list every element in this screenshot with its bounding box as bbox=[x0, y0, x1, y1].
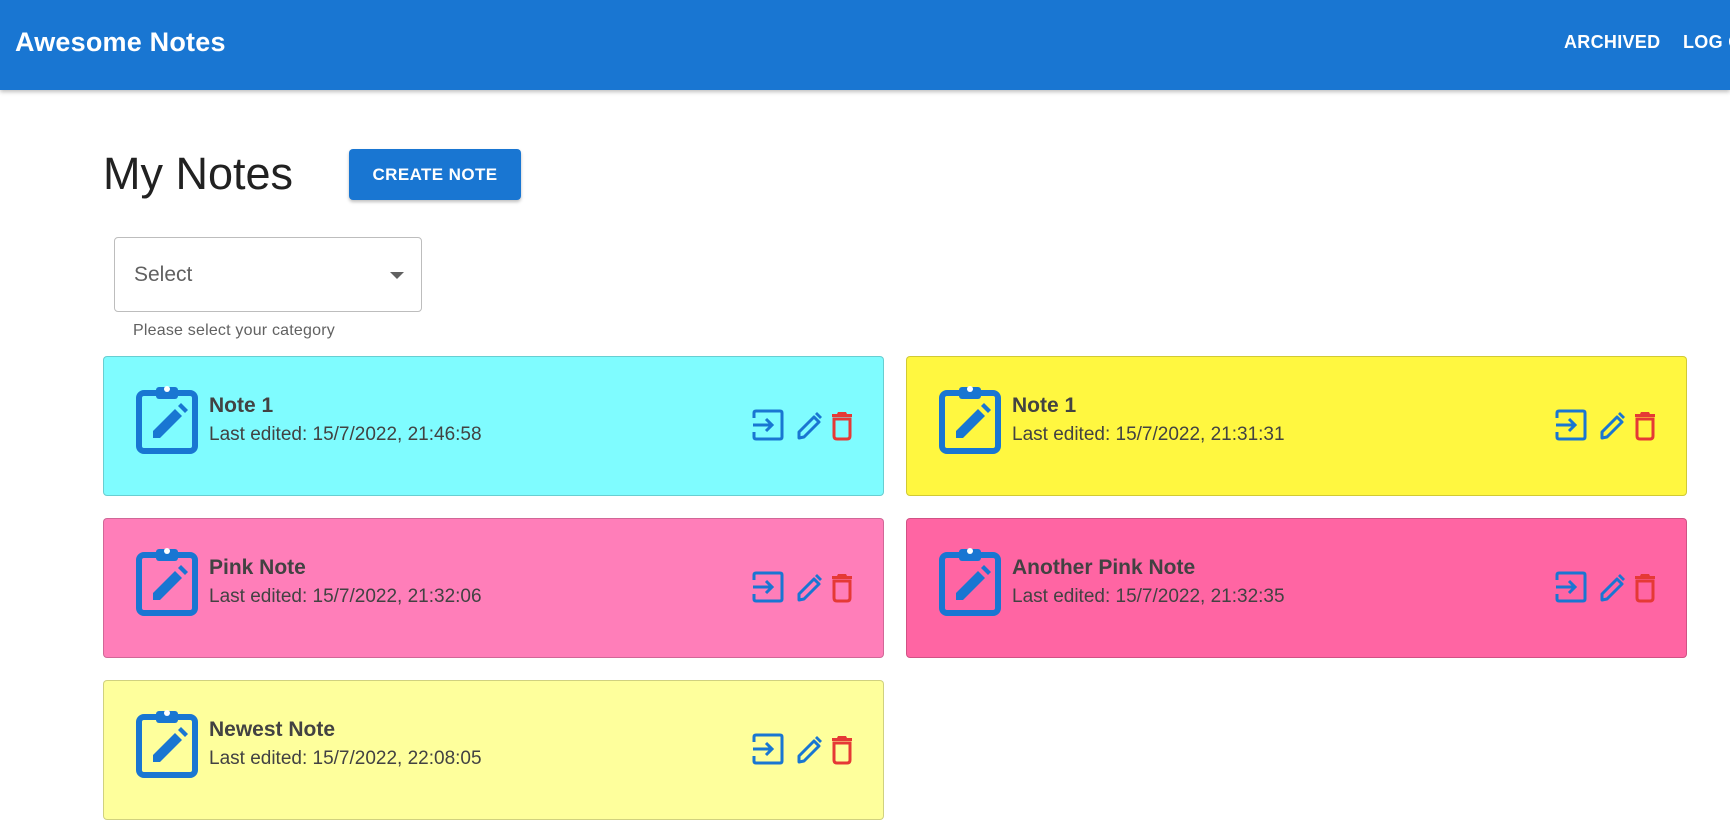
note-card[interactable]: Note 1 Last edited: 15/7/2022, 21:46:58 bbox=[103, 356, 884, 496]
clipboard-edit-icon bbox=[939, 386, 1001, 454]
note-last-edited: Last edited: 15/7/2022, 21:46:58 bbox=[209, 424, 482, 445]
note-actions bbox=[751, 409, 861, 441]
note-card[interactable]: Newest Note Last edited: 15/7/2022, 22:0… bbox=[103, 680, 884, 820]
note-card[interactable]: Another Pink Note Last edited: 15/7/2022… bbox=[906, 518, 1687, 658]
create-note-button[interactable]: CREATE NOTE bbox=[349, 149, 521, 200]
pencil-icon[interactable] bbox=[1599, 409, 1625, 441]
open-in-icon[interactable] bbox=[751, 409, 785, 441]
app-bar: Awesome Notes ARCHIVED LOG OUT bbox=[0, 0, 1730, 90]
page-title: My Notes bbox=[103, 148, 294, 199]
clipboard-edit-icon bbox=[136, 548, 198, 616]
note-actions bbox=[1554, 571, 1664, 603]
open-in-icon[interactable] bbox=[751, 571, 785, 603]
logout-button[interactable]: LOG OUT bbox=[1683, 32, 1730, 53]
trash-icon[interactable] bbox=[1633, 571, 1657, 603]
category-select-value: Select bbox=[134, 263, 193, 286]
note-title: Note 1 bbox=[1012, 394, 1077, 417]
note-actions bbox=[751, 733, 861, 765]
pencil-icon[interactable] bbox=[796, 571, 822, 603]
note-actions bbox=[751, 571, 861, 603]
note-last-edited: Last edited: 15/7/2022, 22:08:05 bbox=[209, 748, 482, 769]
archived-button[interactable]: ARCHIVED bbox=[1564, 32, 1660, 53]
trash-icon[interactable] bbox=[1633, 409, 1657, 441]
category-select[interactable]: Select bbox=[114, 237, 422, 312]
note-title: Pink Note bbox=[209, 556, 306, 579]
pencil-icon[interactable] bbox=[796, 733, 822, 765]
note-last-edited: Last edited: 15/7/2022, 21:31:31 bbox=[1012, 424, 1285, 445]
note-card[interactable]: Note 1 Last edited: 15/7/2022, 21:31:31 bbox=[906, 356, 1687, 496]
note-title: Note 1 bbox=[209, 394, 274, 417]
pencil-icon[interactable] bbox=[1599, 571, 1625, 603]
note-title: Another Pink Note bbox=[1012, 556, 1196, 579]
note-title: Newest Note bbox=[209, 718, 336, 741]
open-in-icon[interactable] bbox=[1554, 571, 1588, 603]
trash-icon[interactable] bbox=[830, 571, 854, 603]
clipboard-edit-icon bbox=[136, 710, 198, 778]
clipboard-edit-icon bbox=[939, 548, 1001, 616]
category-helper-text: Please select your category bbox=[133, 322, 335, 339]
pencil-icon[interactable] bbox=[796, 409, 822, 441]
note-last-edited: Last edited: 15/7/2022, 21:32:35 bbox=[1012, 586, 1285, 607]
note-card[interactable]: Pink Note Last edited: 15/7/2022, 21:32:… bbox=[103, 518, 884, 658]
note-last-edited: Last edited: 15/7/2022, 21:32:06 bbox=[209, 586, 482, 607]
clipboard-edit-icon bbox=[136, 386, 198, 454]
trash-icon[interactable] bbox=[830, 409, 854, 441]
open-in-icon[interactable] bbox=[1554, 409, 1588, 441]
chevron-down-icon bbox=[390, 272, 404, 279]
note-actions bbox=[1554, 409, 1664, 441]
open-in-icon[interactable] bbox=[751, 733, 785, 765]
trash-icon[interactable] bbox=[830, 733, 854, 765]
app-title[interactable]: Awesome Notes bbox=[15, 27, 226, 58]
